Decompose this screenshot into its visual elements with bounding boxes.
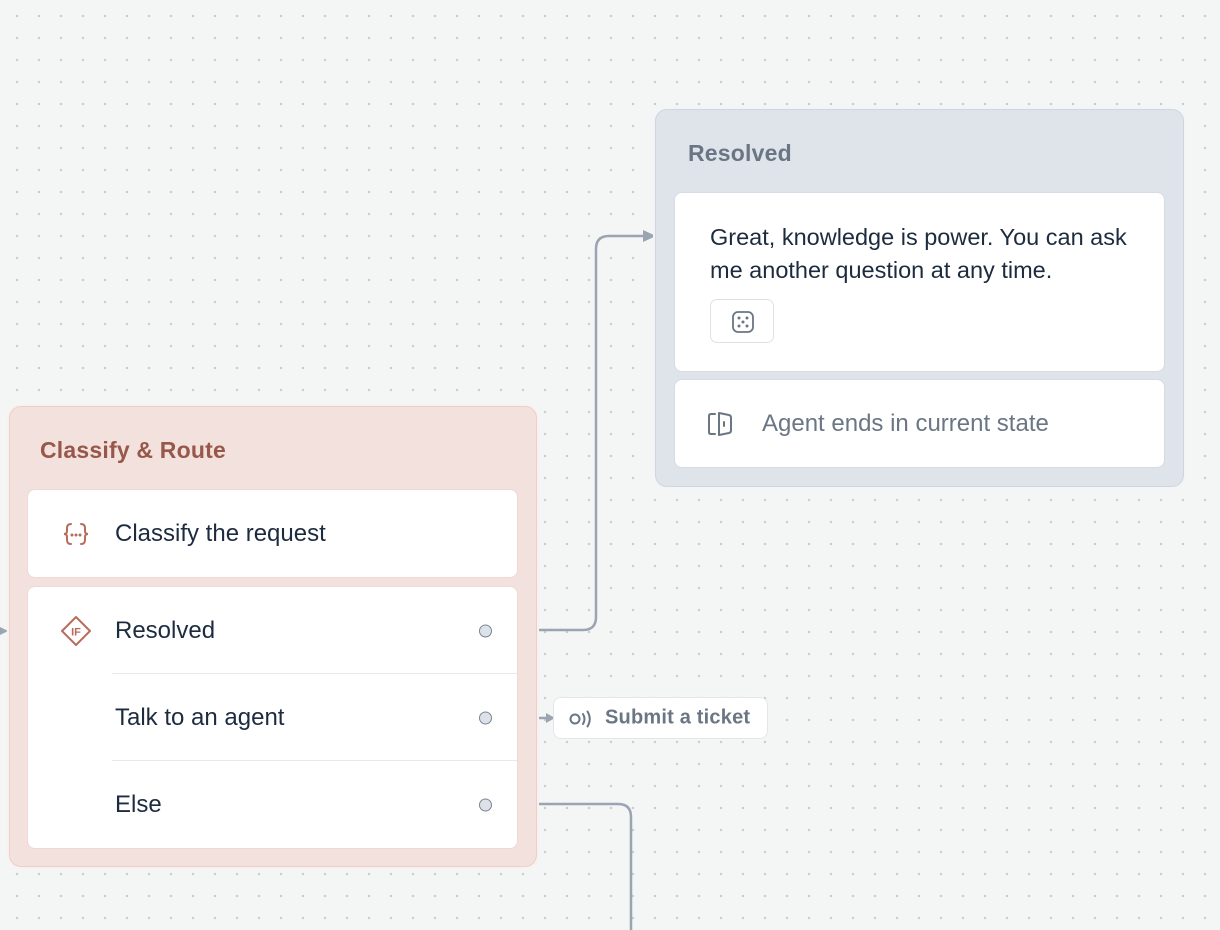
submit-ticket-label: Submit a ticket bbox=[605, 706, 751, 729]
resolved-connector bbox=[520, 234, 645, 632]
branch-label-talk-to-agent: Talk to an agent bbox=[115, 703, 285, 731]
classify-route-node[interactable]: Classify & Route Classify the request IF… bbox=[9, 406, 537, 867]
curly-braces-icon bbox=[63, 522, 89, 545]
branch-label-else: Else bbox=[115, 790, 162, 818]
classify-node-title: Classify & Route bbox=[40, 437, 226, 463]
resolved-node[interactable]: Resolved Great, knowledge is power. You … bbox=[655, 109, 1184, 487]
branch-card[interactable]: IF Resolved Talk to an agent Else bbox=[27, 586, 518, 849]
branch-row-talk-to-agent[interactable]: Talk to an agent bbox=[28, 674, 517, 761]
branch-row-resolved[interactable]: IF Resolved bbox=[28, 587, 517, 674]
incoming-arrowhead bbox=[0, 627, 8, 635]
message-variant-chip[interactable] bbox=[710, 299, 774, 343]
branch-label-resolved: Resolved bbox=[115, 616, 216, 644]
message-card[interactable]: Great, knowledge is power. You can ask m… bbox=[674, 192, 1165, 372]
svg-text:IF: IF bbox=[71, 626, 81, 638]
broadcast-icon bbox=[569, 710, 591, 728]
if-diamond-icon: IF bbox=[61, 615, 91, 646]
branch-port-talk-to-agent[interactable] bbox=[479, 711, 492, 724]
branch-row-else[interactable]: Else bbox=[28, 761, 517, 848]
resolved-node-title: Resolved bbox=[688, 140, 792, 166]
end-step-label: Agent ends in current state bbox=[762, 409, 1049, 437]
classify-step-card[interactable]: Classify the request bbox=[27, 489, 518, 578]
classify-step-row[interactable]: Classify the request bbox=[28, 490, 517, 577]
exit-door-icon bbox=[708, 412, 732, 436]
message-text: Great, knowledge is power. You can ask m… bbox=[710, 224, 1127, 283]
branch-port-else[interactable] bbox=[479, 798, 492, 811]
end-step-card[interactable]: Agent ends in current state bbox=[674, 379, 1165, 468]
submit-ticket-node[interactable]: Submit a ticket bbox=[553, 697, 768, 739]
dice-icon bbox=[732, 311, 754, 333]
classify-step-label: Classify the request bbox=[115, 519, 326, 547]
branch-port-resolved[interactable] bbox=[479, 624, 492, 637]
